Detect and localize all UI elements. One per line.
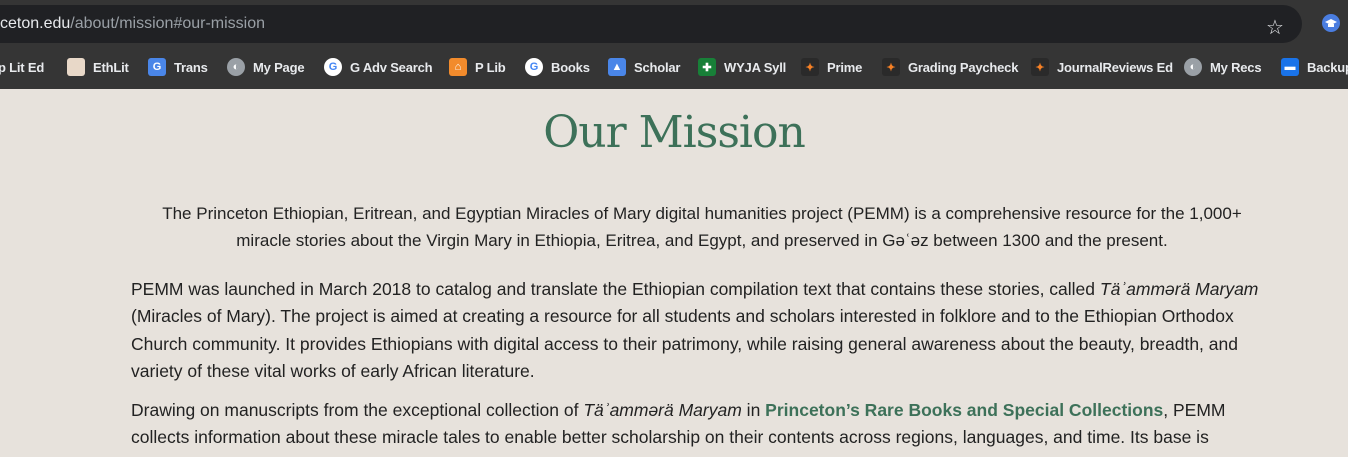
manuscript-icon [67, 58, 85, 76]
bookmark-trans[interactable]: G Trans [148, 45, 208, 89]
globe-icon: ◐ [1184, 58, 1202, 76]
bookmark-scholar[interactable]: ▲ Scholar [608, 45, 680, 89]
bookmark-my-recs[interactable]: ◐ My Recs [1184, 45, 1262, 89]
bookmark-label: Grading Paycheck [908, 59, 1019, 75]
sheet-icon: ✚ [698, 58, 716, 76]
bookmark-star-icon[interactable]: ☆ [1264, 17, 1286, 39]
princeton-icon: ✦ [882, 58, 900, 76]
scholar-icon: ▲ [608, 58, 626, 76]
bookmark-label: P Lib [475, 59, 506, 75]
bookmark-my-page[interactable]: ◐ My Page [227, 45, 305, 89]
bookmark-g-adv-search[interactable]: G G Adv Search [324, 45, 433, 89]
globe-icon: ◐ [227, 58, 245, 76]
address-bar[interactable]: ceton.edu/about/mission#our-mission ☆ [0, 5, 1302, 43]
bookmark-wyja-syll[interactable]: ✚ WYJA Syll [698, 45, 786, 89]
page-content: Our Mission The Princeton Ethiopian, Eri… [0, 89, 1348, 457]
bookmark-label: Scholar [634, 59, 681, 75]
bookmark-p-lit-ed[interactable]: p Lit Ed [0, 45, 44, 89]
bookmark-ethlit[interactable]: EthLit [67, 45, 129, 89]
graduation-cap-icon[interactable] [1322, 14, 1340, 32]
bookmark-label: My Recs [1210, 59, 1262, 75]
bookmark-label: EthLit [93, 59, 129, 75]
bookmark-label: G Adv Search [350, 59, 433, 75]
bookmark-label: Books [551, 59, 590, 75]
browser-toolbar: ceton.edu/about/mission#our-mission ☆ [0, 0, 1348, 45]
text-span: in [741, 400, 766, 420]
text-span: (Miracles of Mary). The project is aimed… [131, 306, 1238, 381]
url-path: /about/mission#our-mission [70, 15, 266, 32]
url-text[interactable]: ceton.edu/about/mission#our-mission [0, 5, 265, 43]
page-title: Our Mission [543, 107, 806, 158]
paragraph-collection: Drawing on manuscripts from the exceptio… [131, 397, 1271, 452]
bookmark-prime[interactable]: ✦ Prime [801, 45, 862, 89]
bookmark-journalreviews-ed[interactable]: ✦ JournalReviews Ed [1031, 45, 1173, 89]
rare-books-link[interactable]: Princeton’s Rare Books and Special Colle… [765, 400, 1163, 420]
bookmark-label: Backup [1307, 59, 1348, 75]
bookmark-label: My Page [253, 59, 305, 75]
bookmark-label: p Lit Ed [0, 59, 45, 75]
bookmark-label: Prime [827, 59, 863, 75]
bookmark-grading-paycheck[interactable]: ✦ Grading Paycheck [882, 45, 1018, 89]
text-span: Drawing on manuscripts from the exceptio… [131, 400, 584, 420]
google-icon: G [324, 58, 342, 76]
paragraph-launch: PEMM was launched in March 2018 to catal… [131, 276, 1271, 385]
intro-paragraph: The Princeton Ethiopian, Eritrean, and E… [162, 204, 1242, 250]
bookmark-backup[interactable]: ▬ Backup [1281, 45, 1348, 89]
folder-icon: ▬ [1281, 58, 1299, 76]
italic-title: Täʾammərä Maryam [583, 400, 742, 420]
bookmark-books[interactable]: G Books [525, 45, 590, 89]
bookmark-label: Trans [174, 59, 208, 75]
princeton-icon: ✦ [801, 58, 819, 76]
text-span: PEMM was launched in March 2018 to catal… [131, 279, 1100, 299]
translate-icon: G [148, 58, 166, 76]
italic-title: Täʾammərä Maryam [1099, 279, 1259, 299]
bookmark-label: WYJA Syll [724, 59, 787, 75]
google-icon: G [525, 58, 543, 76]
bookmarks-bar: p Lit Ed EthLit G Trans ◐ My Page G G Ad… [0, 45, 1348, 89]
princeton-icon: ✦ [1031, 58, 1049, 76]
bookmark-p-lib[interactable]: ⌂ P Lib [449, 45, 506, 89]
bookmark-label: JournalReviews Ed [1057, 59, 1173, 75]
library-icon: ⌂ [449, 58, 467, 76]
url-host: ceton.edu [0, 15, 71, 32]
